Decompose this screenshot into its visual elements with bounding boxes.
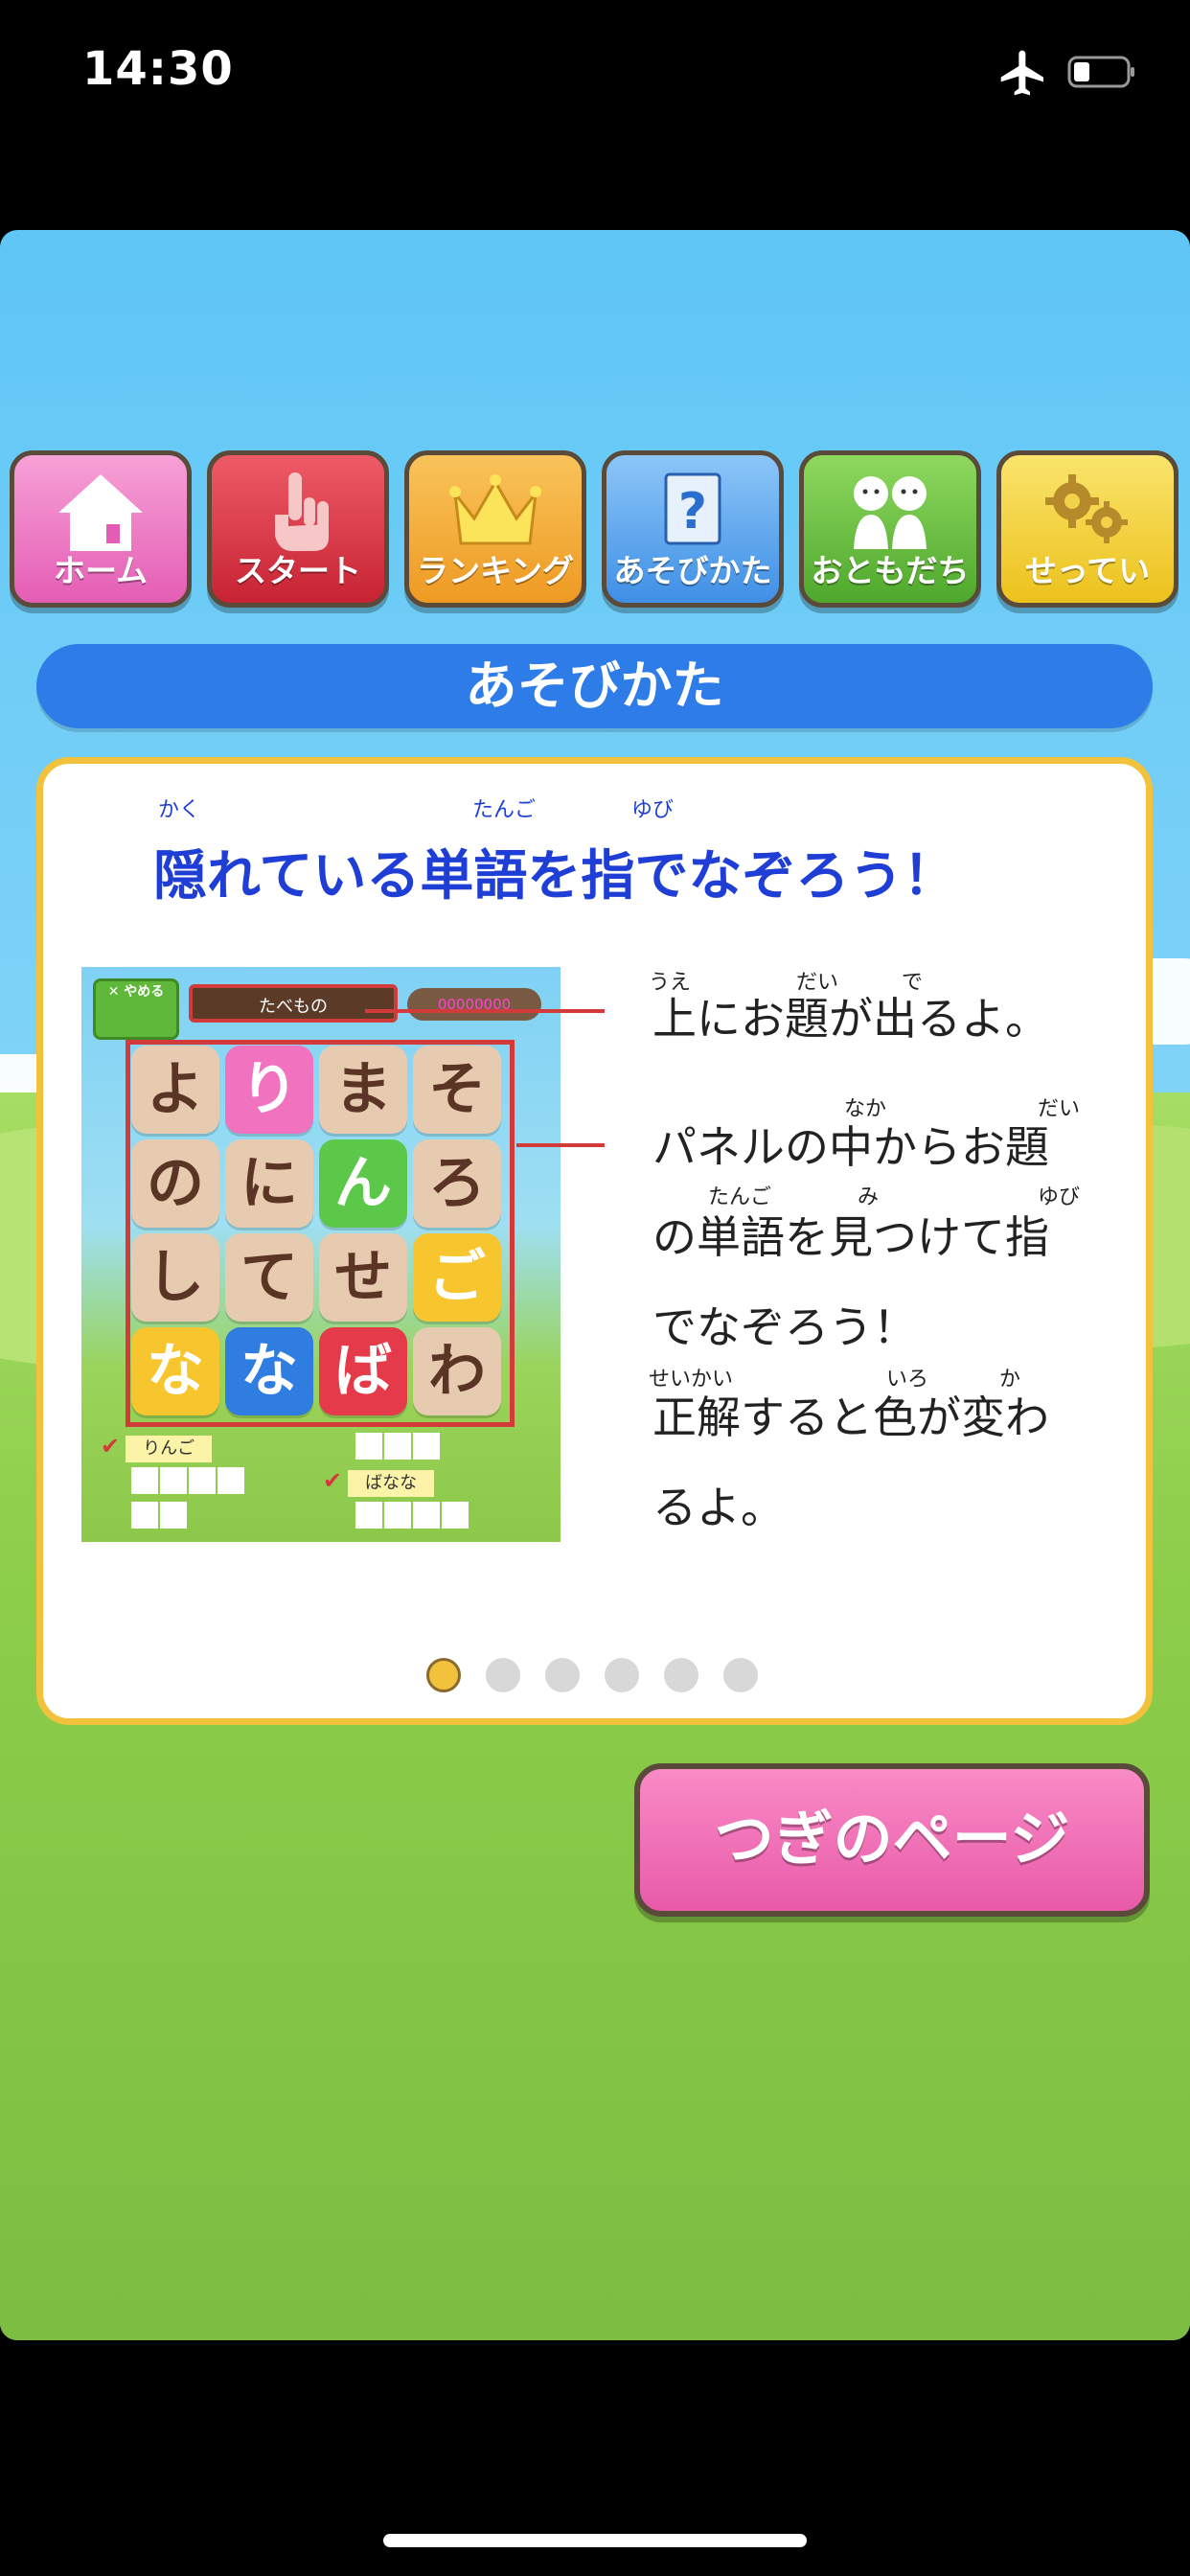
demo-answer-row: ✔ りんご <box>101 1433 214 1462</box>
answer-cell <box>355 1502 382 1529</box>
nav-ranking-label: ランキング <box>416 552 574 589</box>
letter-tile: そ <box>413 1046 501 1134</box>
answer-cell <box>160 1502 187 1529</box>
letter-tile: ば <box>319 1327 407 1415</box>
desc-line-3a: 正解すると色が変わ <box>652 1392 1049 1443</box>
letter-tile: ま <box>319 1046 407 1134</box>
answer-word: りんご <box>126 1436 213 1462</box>
page-dot[interactable] <box>486 1658 520 1692</box>
answer-cell <box>355 1433 382 1460</box>
crown-icon <box>449 474 541 545</box>
answer-cell <box>442 1502 469 1529</box>
answer-cell <box>131 1467 158 1494</box>
desc-line-2b: の単語を見つけて指 <box>652 1211 1049 1263</box>
main-nav: ホーム スタート ランキング ? あそびかた おともだち せってい <box>10 450 1180 613</box>
home-icon <box>58 474 143 551</box>
answer-cell <box>189 1467 216 1494</box>
page-dot[interactable] <box>426 1658 461 1692</box>
letter-tile: り <box>225 1046 313 1134</box>
desc-line-1: 上にお題が出るよ。 <box>652 993 1049 1045</box>
nav-howto-label: あそびかた <box>613 552 772 589</box>
demo-category-label: たべもの <box>189 984 398 1023</box>
letter-tile: し <box>131 1233 219 1322</box>
answer-cell <box>217 1467 244 1494</box>
friends-icon <box>854 476 927 549</box>
letter-tile: せ <box>319 1233 407 1322</box>
demo-answer-row <box>131 1467 246 1494</box>
battery-icon <box>1067 56 1134 88</box>
demo-answer-row <box>355 1433 442 1460</box>
gameplay-demo-image: ✕ やめる たべもの 00000000 よりまそのにんろしてせごななばわ ✔ りん… <box>81 967 561 1542</box>
callout-line-category <box>365 1009 605 1013</box>
check-icon: ✔ <box>323 1467 343 1494</box>
page-dot[interactable] <box>664 1658 698 1692</box>
letter-tile: の <box>131 1139 219 1228</box>
answer-cell <box>413 1433 440 1460</box>
app-area: ホーム スタート ランキング ? あそびかた おともだち せってい あそびかた … <box>0 230 1190 2340</box>
check-icon: ✔ <box>101 1433 121 1460</box>
answer-cell <box>413 1502 440 1529</box>
callout-line-grid <box>516 1143 605 1147</box>
nav-friends-button[interactable]: おともだち <box>799 450 981 608</box>
desc-line-3b: るよ。 <box>652 1482 785 1533</box>
nav-friends-label: おともだち <box>811 552 970 589</box>
answer-cell <box>384 1433 411 1460</box>
pointer-hand-icon <box>275 472 329 551</box>
nav-settings-label: せってい <box>1024 552 1151 589</box>
letter-tile: に <box>225 1139 313 1228</box>
status-bar: 14:30 <box>0 0 1190 144</box>
letter-tile: わ <box>413 1327 501 1415</box>
nav-start-label: スタート <box>235 552 361 589</box>
nav-howto-button[interactable]: ? あそびかた <box>602 450 784 608</box>
svg-text:?: ? <box>678 483 707 540</box>
headline-ruby-yubi: ゆび <box>631 798 675 822</box>
answer-cell <box>160 1467 187 1494</box>
desc-line-2c: でなぞろう！ <box>652 1301 917 1353</box>
headline-ruby-tango: たんご <box>472 798 537 822</box>
letter-tile: な <box>225 1327 313 1415</box>
letter-tile: ん <box>319 1139 407 1228</box>
answer-cell <box>384 1502 411 1529</box>
page-dot[interactable] <box>723 1658 758 1692</box>
nav-ranking-button[interactable]: ランキング <box>404 450 586 608</box>
nav-home-label: ホーム <box>53 552 148 589</box>
letter-tile: よ <box>131 1046 219 1134</box>
instruction-card: かく たんご ゆび 隠れている単語を指でなぞろう！ ✕ やめる たべもの 000… <box>36 757 1153 1725</box>
answer-word: ばなな <box>348 1470 435 1497</box>
next-page-button[interactable]: つぎのページ <box>634 1763 1150 1917</box>
demo-answer-row <box>355 1502 470 1529</box>
page-title: あそびかた <box>36 644 1153 728</box>
page-dot[interactable] <box>545 1658 580 1692</box>
nav-settings-button[interactable]: せってい <box>996 450 1179 608</box>
letter-tile: ろ <box>413 1139 501 1228</box>
answer-cell <box>131 1502 158 1529</box>
question-icon: ? <box>664 472 721 545</box>
instruction-headline: 隠れている単語を指でなぞろう！ <box>153 845 957 908</box>
page-dot[interactable] <box>605 1658 639 1692</box>
gear-icon <box>1045 474 1128 543</box>
demo-answer-row: ✔ ばなな <box>323 1467 436 1497</box>
demo-answer-row <box>131 1502 189 1529</box>
demo-quit-button: ✕ やめる <box>93 978 179 1040</box>
letter-tile: な <box>131 1327 219 1415</box>
status-time: 14:30 <box>82 42 234 96</box>
letter-tile: て <box>225 1233 313 1322</box>
letter-tile: ご <box>413 1233 501 1322</box>
airplane-icon <box>1000 50 1043 96</box>
home-indicator[interactable] <box>383 2534 807 2547</box>
desc-line-2a: パネルの中からお題 <box>652 1121 1049 1173</box>
headline-ruby-kaku: かく <box>158 798 201 822</box>
nav-home-button[interactable]: ホーム <box>10 450 192 608</box>
demo-score: 00000000 <box>407 988 541 1021</box>
nav-start-button[interactable]: スタート <box>207 450 389 608</box>
